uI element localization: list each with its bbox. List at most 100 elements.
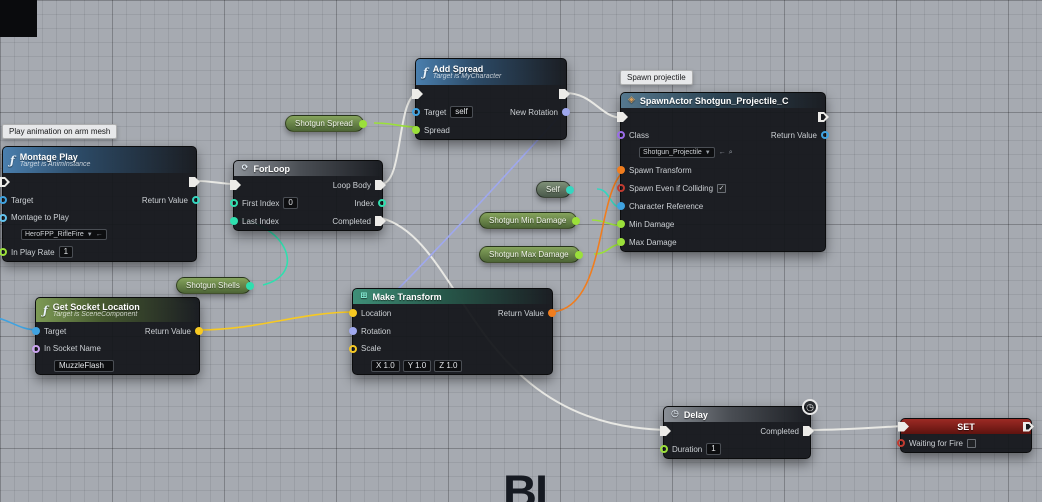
completed-pin[interactable] bbox=[375, 216, 386, 226]
class-pin[interactable] bbox=[617, 131, 625, 139]
pin-label: In Socket Name bbox=[44, 344, 101, 353]
dropdown-arrow-icon: ▼ bbox=[704, 149, 711, 156]
delay-node[interactable]: ◷ ◷ Delay Completed Duration 1 bbox=[660, 399, 818, 459]
set-node[interactable]: SET Waiting for Fire bbox=[897, 418, 1034, 453]
exec-in-pin[interactable] bbox=[898, 421, 909, 432]
variable-label: Shotgun Spread bbox=[295, 119, 353, 128]
in-socket-name-pin[interactable] bbox=[32, 344, 40, 353]
pin-label: Completed bbox=[332, 216, 371, 226]
target-pin[interactable] bbox=[0, 196, 7, 204]
scale-z-input[interactable]: Z 1.0 bbox=[434, 359, 463, 372]
pin-label: Spread bbox=[424, 125, 450, 135]
exec-in-pin[interactable] bbox=[660, 426, 671, 436]
shotgun-min-damage-variable[interactable]: Shotgun Min Damage bbox=[479, 212, 581, 229]
exec-out-pin[interactable] bbox=[1023, 421, 1034, 432]
target-self-value[interactable]: self bbox=[450, 106, 473, 118]
rotation-pin[interactable] bbox=[349, 327, 357, 335]
get-socket-location-node[interactable]: ƒ Get Socket Location Target is SceneCom… bbox=[32, 297, 203, 375]
exec-out-pin[interactable] bbox=[818, 112, 829, 122]
function-icon: ƒ bbox=[43, 303, 48, 317]
spread-pin[interactable] bbox=[412, 126, 420, 134]
exec-in-pin[interactable] bbox=[230, 180, 241, 190]
node-title: Make Transform bbox=[372, 291, 442, 302]
function-icon: ƒ bbox=[423, 65, 428, 79]
duration-pin[interactable] bbox=[660, 445, 668, 453]
make-transform-node[interactable]: ⊞ Make Transform Location Return Value R… bbox=[349, 288, 556, 375]
forloop-node[interactable]: ⟳ ForLoop Loop Body First Index 0 Index … bbox=[230, 160, 386, 231]
scale-pin[interactable] bbox=[349, 344, 357, 353]
exec-in-pin[interactable] bbox=[412, 89, 423, 99]
target-pin[interactable] bbox=[412, 108, 420, 116]
last-index-pin[interactable] bbox=[230, 217, 238, 225]
exec-in-pin[interactable] bbox=[617, 112, 628, 122]
montage-asset-dropdown[interactable]: HeroFPP_RifleFire ▼ ← bbox=[21, 229, 107, 240]
return-value-pin[interactable] bbox=[548, 309, 556, 317]
spawnactor-node[interactable]: ◈ SpawnActor Shotgun_Projectile_C Class … bbox=[617, 92, 829, 252]
browse-icon[interactable]: ⌕ bbox=[729, 149, 733, 157]
first-index-input[interactable]: 0 bbox=[283, 197, 298, 209]
use-selected-icon[interactable]: ← bbox=[719, 149, 726, 156]
montage-play-header: ƒ Montage Play Target is AnimInstance bbox=[3, 147, 196, 173]
return-value-pin[interactable] bbox=[821, 131, 829, 139]
exec-in-pin[interactable] bbox=[0, 177, 10, 187]
pin-label: Return Value bbox=[141, 195, 188, 205]
spawn-transform-pin[interactable] bbox=[617, 166, 625, 174]
wire-socket-location-to-location bbox=[198, 311, 356, 331]
spawn-even-if-colliding-pin[interactable] bbox=[617, 184, 625, 192]
pin-label: Return Value bbox=[770, 130, 817, 140]
pin-label: First Index bbox=[242, 198, 280, 208]
pin-label: Min Damage bbox=[629, 219, 675, 229]
colliding-checkbox[interactable]: ✓ bbox=[717, 183, 727, 193]
shotgun-spread-variable[interactable]: Shotgun Spread bbox=[285, 115, 367, 132]
in-play-rate-input[interactable]: 1 bbox=[58, 246, 74, 258]
new-rotation-pin[interactable] bbox=[562, 108, 570, 116]
location-pin[interactable] bbox=[349, 309, 357, 317]
return-value-pin[interactable] bbox=[195, 327, 203, 335]
transform-icon: ⊞ bbox=[360, 291, 368, 301]
scale-x-input[interactable]: X 1.0 bbox=[371, 359, 400, 372]
montage-to-play-pin[interactable] bbox=[0, 213, 7, 222]
comment-play-animation: Play animation on arm mesh bbox=[2, 124, 118, 139]
character-reference-pin[interactable] bbox=[617, 202, 625, 210]
shotgun-shells-variable[interactable]: Shotgun Shells bbox=[176, 277, 254, 294]
use-selected-icon[interactable]: ← bbox=[96, 231, 103, 238]
pin-label: Spawn Even if Colliding bbox=[629, 183, 714, 193]
self-out-pin[interactable] bbox=[565, 185, 574, 194]
class-dropdown[interactable]: Shotgun_Projectile ▼ bbox=[639, 147, 715, 158]
add-spread-node[interactable]: ƒ Add Spread Target is MyCharacter Targe… bbox=[412, 58, 570, 140]
max-damage-out-pin[interactable] bbox=[574, 250, 583, 259]
min-damage-out-pin[interactable] bbox=[572, 216, 581, 225]
loop-body-pin[interactable] bbox=[375, 180, 386, 190]
waiting-for-fire-checkbox[interactable] bbox=[966, 438, 976, 448]
delay-header: ◷ Delay bbox=[664, 407, 810, 422]
max-damage-pin[interactable] bbox=[617, 238, 625, 246]
waiting-for-fire-pin[interactable] bbox=[897, 439, 905, 447]
min-damage-pin[interactable] bbox=[617, 220, 625, 228]
node-title: SpawnActor Shotgun_Projectile_C bbox=[639, 95, 789, 106]
completed-pin[interactable] bbox=[803, 426, 814, 436]
scale-y-input[interactable]: Y 1.0 bbox=[402, 359, 432, 372]
pin-label: Duration bbox=[672, 444, 703, 454]
exec-out-pin[interactable] bbox=[189, 177, 200, 187]
spawnactor-header: ◈ SpawnActor Shotgun_Projectile_C bbox=[621, 93, 825, 108]
latent-clock-icon: ◷ bbox=[802, 399, 818, 415]
blueprint-graph-canvas[interactable]: BL Play animation on arm mesh Spawn proj… bbox=[0, 0, 1042, 502]
pin-label: Montage to Play bbox=[11, 213, 69, 222]
socket-name-input[interactable]: MuzzleFlash bbox=[54, 359, 114, 372]
in-play-rate-pin[interactable] bbox=[0, 248, 7, 256]
montage-play-node[interactable]: ƒ Montage Play Target is AnimInstance Ta… bbox=[0, 146, 200, 262]
shells-out-pin[interactable] bbox=[245, 281, 254, 290]
return-value-pin[interactable] bbox=[192, 196, 200, 204]
pin-label: Character Reference bbox=[629, 201, 704, 211]
index-pin[interactable] bbox=[378, 199, 386, 207]
self-variable[interactable]: Self bbox=[536, 181, 574, 198]
shotgun-max-damage-variable[interactable]: Shotgun Max Damage bbox=[479, 246, 583, 263]
dropdown-arrow-icon: ▼ bbox=[86, 231, 93, 238]
corner-artifact bbox=[0, 0, 37, 37]
montage-asset-value: HeroFPP_RifleFire bbox=[25, 231, 84, 238]
target-pin[interactable] bbox=[32, 327, 40, 335]
duration-input[interactable]: 1 bbox=[706, 443, 721, 455]
exec-out-pin[interactable] bbox=[559, 89, 570, 99]
shotgun-spread-out-pin[interactable] bbox=[358, 119, 367, 128]
first-index-pin[interactable] bbox=[230, 199, 238, 207]
